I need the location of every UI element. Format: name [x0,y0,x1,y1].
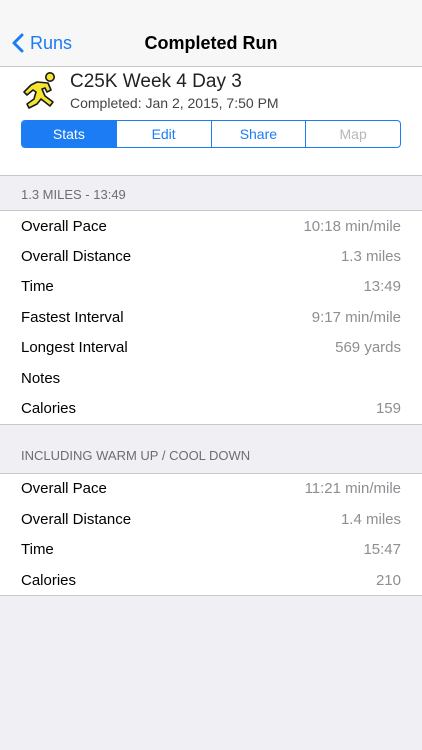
row-value: 1.3 miles [340,248,401,266]
row-time[interactable]: Time 13:49 [0,272,422,302]
tab-share[interactable]: Share [210,121,306,147]
row-fastest-interval[interactable]: Fastest Interval 9:17 min/mile [0,302,422,332]
row-overall-pace[interactable]: Overall Pace 11:21 min/mile [0,474,422,504]
navigation-bar: Runs Completed Run [0,20,422,67]
row-notes[interactable]: Notes [0,363,422,393]
row-overall-distance[interactable]: Overall Distance 1.4 miles [0,504,422,534]
row-label: Overall Pace [21,480,107,498]
workout-header: C25K Week 4 Day 3 Completed: Jan 2, 2015… [0,67,422,176]
row-value: 1.4 miles [340,510,401,528]
row-value: 13:49 [363,278,401,296]
section-header-run: 1.3 MILES - 13:49 [21,187,126,202]
row-label: Notes [21,369,61,387]
workout-title: C25K Week 4 Day 3 [70,71,242,92]
segmented-control: Stats Edit Share Map [21,120,401,148]
row-label: Calories [21,400,77,418]
stats-group-run: Overall Pace 10:18 min/mile Overall Dist… [0,210,422,425]
runner-icon [23,72,55,109]
row-overall-pace[interactable]: Overall Pace 10:18 min/mile [0,211,422,241]
row-value: 10:18 min/mile [303,217,401,235]
row-value: 11:21 min/mile [304,480,401,498]
row-time[interactable]: Time 15:47 [0,535,422,565]
row-longest-interval[interactable]: Longest Interval 569 yards [0,333,422,363]
row-overall-distance[interactable]: Overall Distance 1.3 miles [0,241,422,271]
row-value: 569 yards [335,339,401,357]
row-value: 15:47 [363,541,401,559]
status-bar [0,0,422,20]
row-label: Overall Distance [21,510,132,528]
row-label: Time [21,278,54,296]
row-calories[interactable]: Calories 159 [0,393,422,423]
tab-edit[interactable]: Edit [115,121,211,147]
row-label: Fastest Interval [21,308,124,326]
row-value: 210 [375,571,401,589]
page-title: Completed Run [144,32,278,53]
workout-completed-date: Completed: Jan 2, 2015, 7:50 PM [70,95,279,111]
back-button[interactable]: Runs [12,20,72,66]
row-label: Calories [21,571,77,589]
row-label: Time [21,541,54,559]
tab-stats[interactable]: Stats [22,121,116,147]
row-label: Overall Distance [21,248,132,266]
section-header-full: INCLUDING WARM UP / COOL DOWN [21,447,251,463]
row-label: Longest Interval [21,339,128,357]
chevron-left-icon [12,33,24,53]
row-value: 159 [375,400,401,418]
back-button-label: Runs [30,32,73,53]
row-label: Overall Pace [21,217,107,235]
stats-group-full: Overall Pace 11:21 min/mile Overall Dist… [0,472,422,597]
row-calories[interactable]: Calories 210 [0,565,422,595]
row-value: 9:17 min/mile [311,308,401,326]
tab-map: Map [305,121,400,147]
